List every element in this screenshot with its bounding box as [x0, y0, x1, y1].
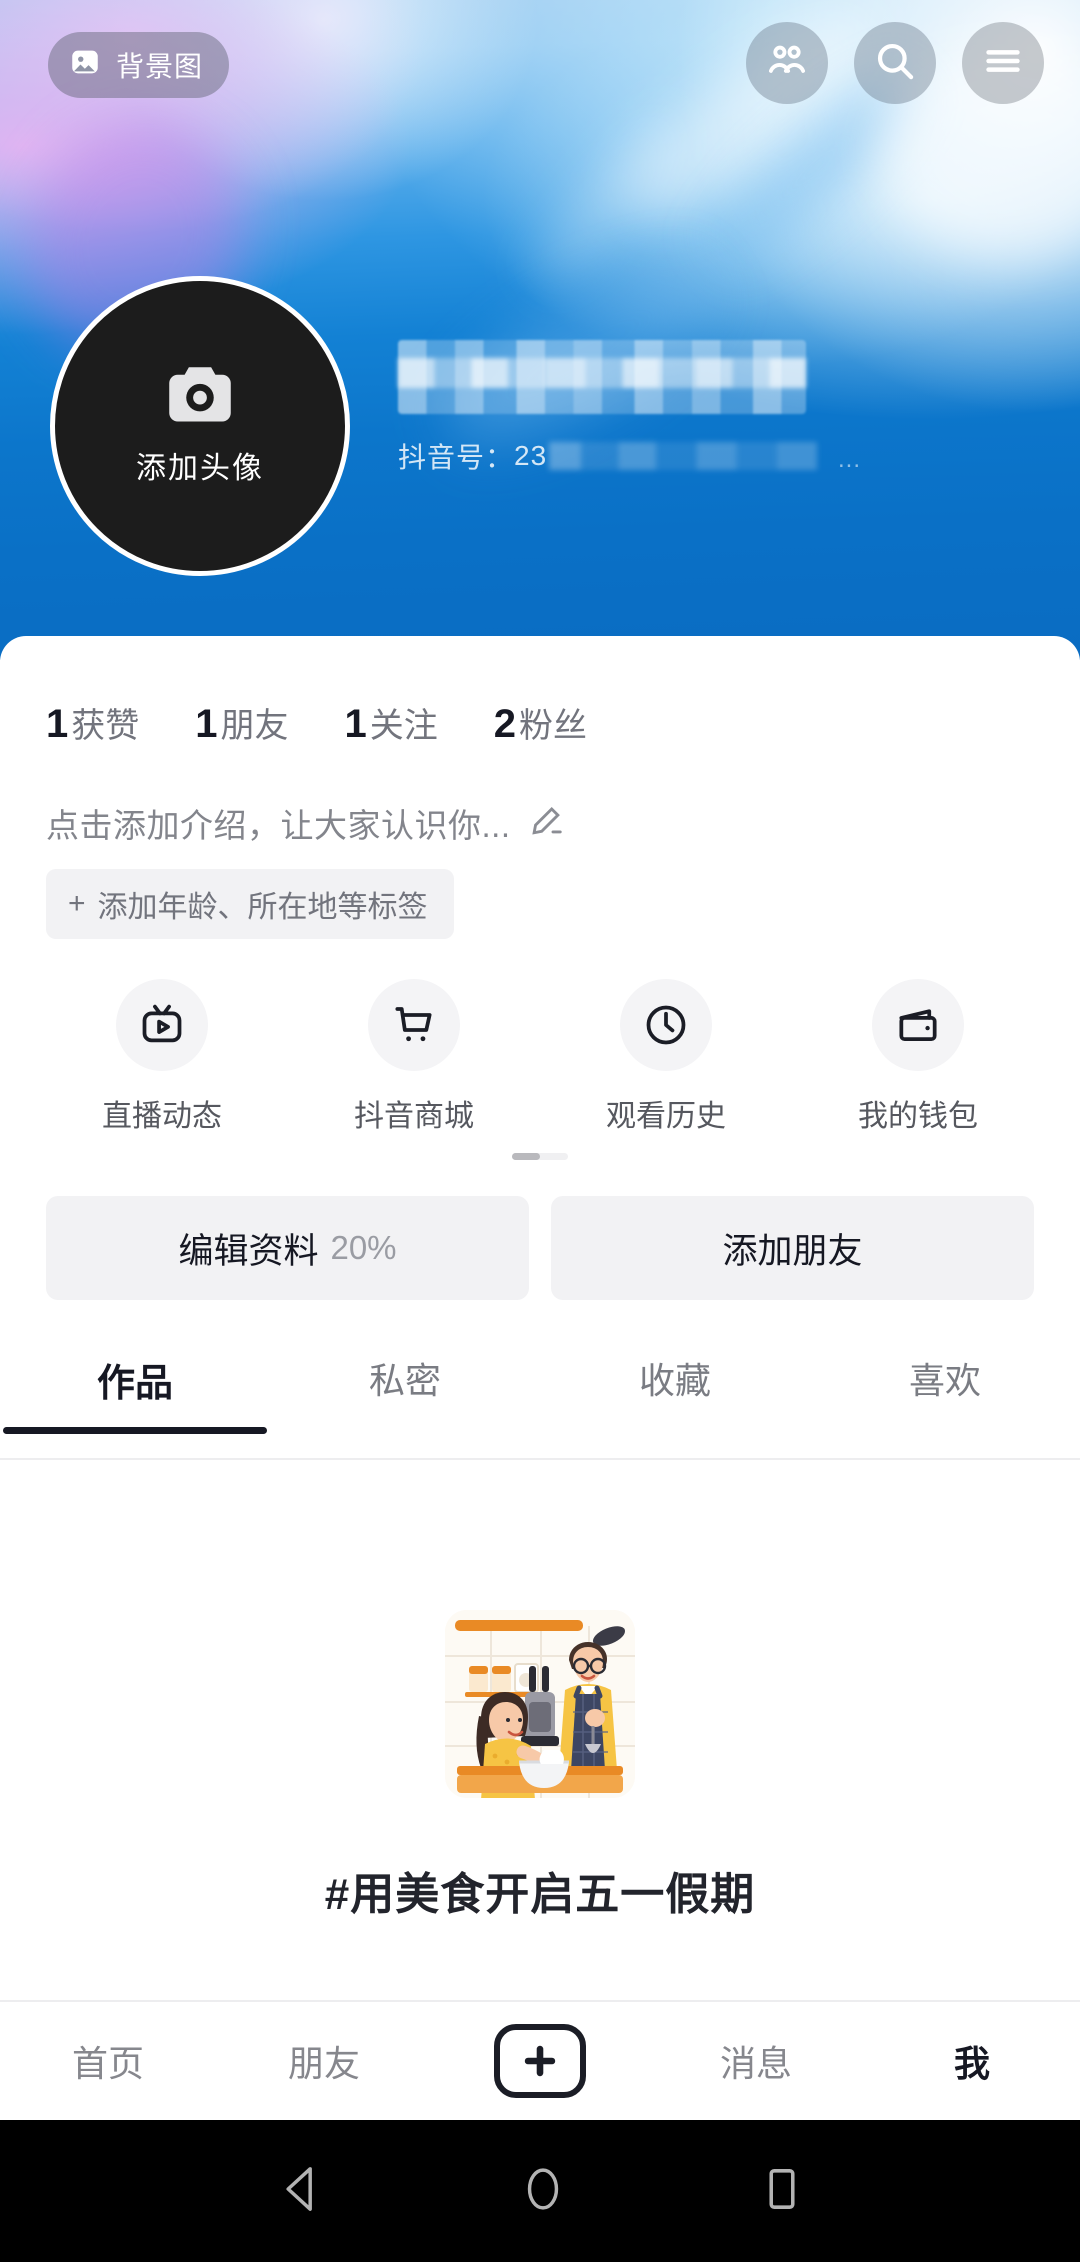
profile-sheet: 1 获赞 1 朋友 1 关注 2 粉丝 点击添加介绍，让大家认识你... + 添…: [0, 636, 1080, 2026]
home-circle-icon[interactable]: [523, 2163, 563, 2220]
bottom-navigation: 首页 朋友 消息 我: [0, 2000, 1080, 2120]
recents-square-icon[interactable]: [763, 2163, 801, 2220]
search-button[interactable]: [854, 22, 936, 104]
quick-action-live[interactable]: 直播动态: [36, 979, 288, 1135]
image-icon: [68, 45, 102, 86]
live-tv-icon: [116, 979, 208, 1071]
quick-action-label: 观看历史: [606, 1100, 726, 1133]
screen-root: 背景图 添加头像 抖音号： 23 ... 1 获赞 1 朋友 1 关注 2 粉丝…: [0, 0, 1080, 2262]
content-tabs: 作品 私密 收藏 喜欢: [0, 1352, 1080, 1460]
friends-button[interactable]: [746, 22, 828, 104]
stat-label: 朋友: [220, 707, 289, 745]
tab-active-underline: [3, 1427, 267, 1434]
cart-icon: [368, 979, 460, 1071]
stat-label: 粉丝: [519, 707, 587, 745]
tab-private[interactable]: 私密: [270, 1352, 540, 1460]
clock-icon: [620, 979, 712, 1071]
douyin-id-censored: [549, 442, 818, 470]
add-tags-button[interactable]: + 添加年龄、所在地等标签: [46, 869, 454, 939]
wallet-icon: [872, 979, 964, 1071]
stat-value: 2: [493, 702, 516, 746]
tab-active-underline: [273, 1424, 537, 1431]
quick-action-label: 我的钱包: [858, 1100, 978, 1133]
profile-identity: 抖音号： 23 ...: [398, 340, 958, 476]
menu-button[interactable]: [962, 22, 1044, 104]
edit-profile-label: 编辑资料: [178, 1231, 319, 1271]
tab-label: 作品: [96, 1363, 173, 1405]
stat-value: 1: [344, 702, 367, 746]
pencil-icon: [527, 802, 565, 845]
tab-works[interactable]: 作品: [0, 1352, 270, 1460]
back-triangle-icon[interactable]: [279, 2163, 323, 2220]
stat-label: 获赞: [71, 707, 140, 745]
tab-label: 收藏: [638, 1360, 711, 1401]
tabs-divider: [0, 1458, 1080, 1460]
nav-friends[interactable]: 朋友: [216, 2035, 432, 2087]
camera-icon: [159, 360, 241, 437]
tab-favorites[interactable]: 收藏: [540, 1352, 810, 1460]
android-system-navigation: [0, 2120, 1080, 2262]
menu-icon: [980, 38, 1026, 89]
set-background-image-button[interactable]: 背景图: [48, 32, 230, 98]
quick-actions-row: 直播动态 抖音商城 观看历史 我的钱包: [0, 939, 1080, 1135]
profile-action-buttons: 编辑资料 20% 添加朋友: [0, 1160, 1080, 1300]
douyin-id-value: 23: [514, 440, 548, 471]
stats-row: 1 获赞 1 朋友 1 关注 2 粉丝: [0, 636, 1080, 747]
empty-state: #用美食开启五一假期: [0, 1460, 1080, 1922]
set-background-image-label: 背景图: [116, 51, 204, 82]
stat-label: 关注: [369, 707, 438, 745]
quick-action-label: 直播动态: [102, 1100, 222, 1133]
nav-create-button[interactable]: [432, 2024, 648, 2098]
tab-active-underline: [813, 1424, 1077, 1431]
nav-me[interactable]: 我: [864, 2035, 1080, 2087]
quick-action-mall[interactable]: 抖音商城: [288, 979, 540, 1135]
stat-following[interactable]: 1 关注: [345, 698, 438, 747]
cooking-couple-illustration: [445, 1610, 635, 1798]
tab-active-underline: [543, 1424, 807, 1431]
plus-icon: +: [68, 887, 86, 920]
quick-actions-scroll-indicator: [512, 1153, 568, 1160]
edit-profile-percent: 20%: [330, 1229, 397, 1266]
stat-friends[interactable]: 1 朋友: [195, 698, 288, 747]
cover-light-streak: [523, 102, 697, 298]
nav-messages[interactable]: 消息: [648, 2035, 864, 2087]
quick-action-history[interactable]: 观看历史: [540, 979, 792, 1135]
tab-liked[interactable]: 喜欢: [810, 1352, 1080, 1460]
stat-followers[interactable]: 2 粉丝: [494, 698, 587, 747]
stat-value: 1: [46, 702, 69, 746]
add-friend-button[interactable]: 添加朋友: [551, 1196, 1034, 1300]
header-actions: [746, 22, 1044, 104]
add-friend-label: 添加朋友: [722, 1231, 863, 1271]
quick-action-label: 抖音商城: [354, 1100, 474, 1133]
douyin-id-row[interactable]: 抖音号： 23 ...: [398, 436, 958, 476]
add-tags-label: 添加年龄、所在地等标签: [97, 891, 428, 924]
add-avatar-label: 添加头像: [136, 451, 264, 485]
tab-label: 喜欢: [908, 1360, 981, 1401]
douyin-id-label: 抖音号：: [398, 442, 515, 473]
nav-home[interactable]: 首页: [0, 2035, 216, 2087]
stat-value: 1: [195, 702, 218, 746]
add-avatar-button[interactable]: 添加头像: [50, 276, 350, 576]
nickname-censored: [398, 340, 806, 414]
stat-likes[interactable]: 1 获赞: [46, 698, 139, 747]
bio-row[interactable]: 点击添加介绍，让大家认识你...: [0, 747, 1080, 847]
douyin-id-truncation: ...: [838, 446, 862, 473]
quick-action-wallet[interactable]: 我的钱包: [792, 979, 1044, 1135]
edit-profile-button[interactable]: 编辑资料 20%: [46, 1196, 529, 1300]
empty-state-hashtag[interactable]: #用美食开启五一假期: [325, 1858, 755, 1922]
plus-icon: [494, 2024, 586, 2098]
tab-label: 私密: [368, 1360, 441, 1401]
bio-placeholder: 点击添加介绍，让大家认识你...: [46, 807, 511, 844]
search-icon: [872, 38, 918, 89]
friends-icon: [764, 38, 810, 89]
